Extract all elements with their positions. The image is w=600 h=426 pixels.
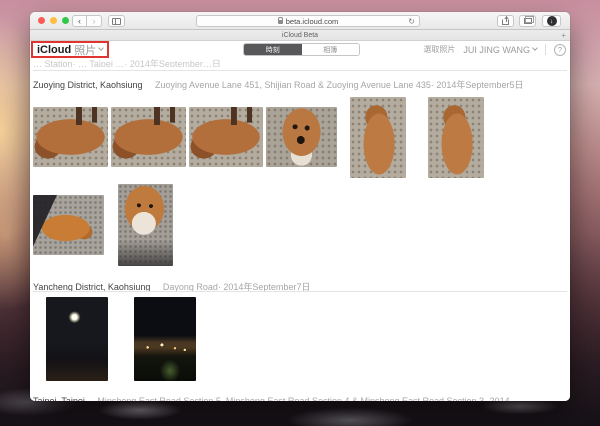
photo-dog-lying-1[interactable] [33, 107, 108, 167]
moment-location: Zuoying District, Kaohsiung [33, 80, 143, 90]
moment-details: Minsheng East Road Section 5, Minsheng E… [97, 396, 518, 401]
share-button[interactable] [497, 15, 514, 27]
zoom-window-button[interactable] [62, 17, 69, 24]
photo-moon-night-sky[interactable] [46, 297, 108, 381]
tab-overview-icon [524, 18, 532, 24]
minimize-window-button[interactable] [50, 17, 57, 24]
annotation-highlight-box: iCloud 照片 [31, 41, 109, 58]
help-button[interactable]: ? [554, 44, 566, 56]
chevron-down-icon[interactable] [98, 45, 104, 51]
lock-icon [278, 20, 283, 24]
divider [33, 291, 567, 292]
close-window-button[interactable] [38, 17, 45, 24]
reload-button[interactable]: ↻ [408, 17, 415, 26]
select-photos-button[interactable]: 選取照片 [423, 44, 455, 55]
tab-icloud-beta[interactable]: iCloud Beta [30, 32, 570, 39]
tab-albums[interactable]: 相簿 [302, 44, 360, 55]
photo-city-night-skyline[interactable] [134, 297, 196, 381]
browser-toolbar: ‹ › beta.icloud.com ↻ ↓ [30, 12, 570, 30]
back-button[interactable]: ‹ [72, 15, 87, 27]
account-menu[interactable]: JUI JING WANG [463, 45, 537, 55]
share-icon [502, 19, 509, 25]
sidebar-button[interactable] [108, 15, 125, 27]
view-toggle: 時刻 相簿 [243, 43, 360, 56]
icloud-photos-header: iCloud 照片 時刻 相簿 選取照片 JUI JING WANG ? [30, 41, 570, 58]
moment-details: Zuoying Avenue Lane 451, Shijian Road & … [155, 80, 523, 90]
url-text: beta.icloud.com [286, 17, 339, 26]
moment-header-taipei: Taipei, Taipei Minsheng East Road Sectio… [33, 391, 567, 401]
icloud-logo[interactable]: iCloud [37, 44, 71, 56]
moment-location: Taipei, Taipei [33, 396, 85, 401]
downloads-button[interactable]: ↓ [542, 15, 561, 27]
moments-scroll-area[interactable]: … Station· … Taipei …· 2014年September…日 … [30, 58, 570, 401]
forward-icon: › [93, 17, 96, 26]
tab-moments[interactable]: 時刻 [244, 44, 302, 55]
chevron-down-icon [532, 45, 538, 51]
clipped-moment-header: … Station· … Taipei …· 2014年September…日 [33, 58, 567, 67]
photo-dog-topdown-2[interactable] [428, 97, 484, 178]
traffic-lights [38, 17, 69, 24]
safari-window: ‹ › beta.icloud.com ↻ ↓ iCloud Beta + iC… [30, 12, 570, 401]
divider [545, 44, 546, 55]
forward-button[interactable]: › [87, 15, 102, 27]
moment-header-yancheng: Yancheng District, Kaohsiung Dayong Road… [33, 277, 567, 295]
photo-dog-topdown-1[interactable] [350, 97, 406, 178]
address-bar[interactable]: beta.icloud.com ↻ [196, 15, 420, 27]
header-right-controls: 選取照片 JUI JING WANG ? [423, 41, 566, 58]
tab-bar: iCloud Beta + [30, 30, 570, 41]
divider [33, 70, 567, 71]
download-icon: ↓ [547, 16, 557, 26]
photo-dog-face[interactable] [118, 184, 173, 266]
app-switcher-label[interactable]: 照片 [74, 42, 96, 58]
photo-dog-walking[interactable] [33, 195, 104, 255]
sidebar-icon [112, 18, 121, 25]
account-name: JUI JING WANG [463, 45, 530, 55]
photo-dog-looking-up[interactable] [266, 107, 337, 167]
tab-overview-button[interactable] [519, 15, 536, 27]
photo-dog-lying-2[interactable] [111, 107, 186, 167]
nav-buttons: ‹ › [72, 15, 102, 27]
photo-dog-lying-3[interactable] [189, 107, 263, 167]
new-tab-button[interactable]: + [561, 31, 566, 40]
back-icon: ‹ [78, 17, 81, 26]
moment-header-zuoying: Zuoying District, Kaohsiung Zuoying Aven… [33, 75, 567, 93]
